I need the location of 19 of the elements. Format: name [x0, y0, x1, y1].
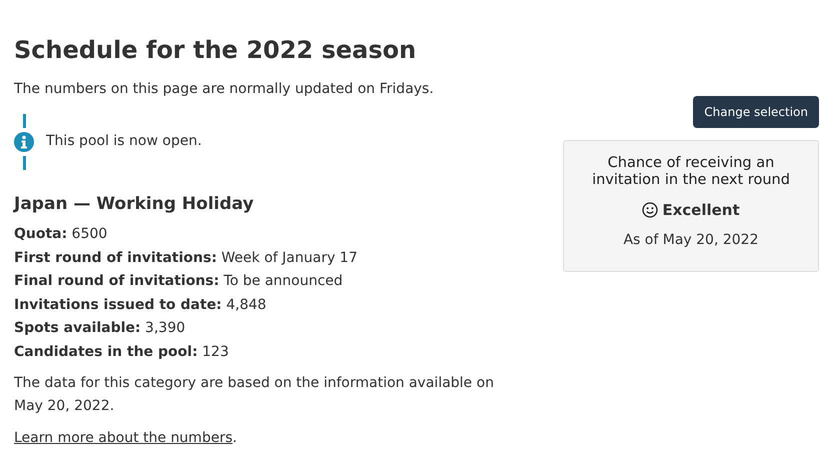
data-note: The data for this category are based on the information available on May 20, 2022.: [14, 374, 495, 416]
change-selection-button[interactable]: Change selection: [693, 96, 819, 128]
intro-text: The numbers on this page are normally updated on Fridays.: [14, 80, 435, 99]
smiley-icon: [642, 202, 658, 218]
fact-line: First round of invitations: Week of January 17: [14, 248, 358, 268]
period-text: .: [232, 430, 237, 446]
category-heading: Japan — Working Holiday: [14, 192, 255, 216]
chance-heading: Chance of receiving an invitation in the next round: [591, 155, 791, 189]
fact-line: Final round of invitations: To be announced: [14, 272, 344, 292]
info-icon: [14, 132, 34, 152]
rating-text: Excellent: [662, 200, 740, 221]
fact-line: Candidates in the pool: 123: [14, 342, 230, 362]
fact-line: Invitations issued to date: 4,848: [14, 296, 268, 315]
alert-text: This pool is now open.: [46, 132, 202, 152]
as-of-date: As of May 20, 2022: [622, 230, 760, 250]
fact-line: Quota: 6500: [14, 225, 108, 244]
fact-line: Spots available: 3,390: [14, 319, 186, 338]
learn-more-link[interactable]: Learn more about the numbers: [14, 430, 232, 446]
page-title: Schedule for the 2022 season: [14, 36, 418, 65]
